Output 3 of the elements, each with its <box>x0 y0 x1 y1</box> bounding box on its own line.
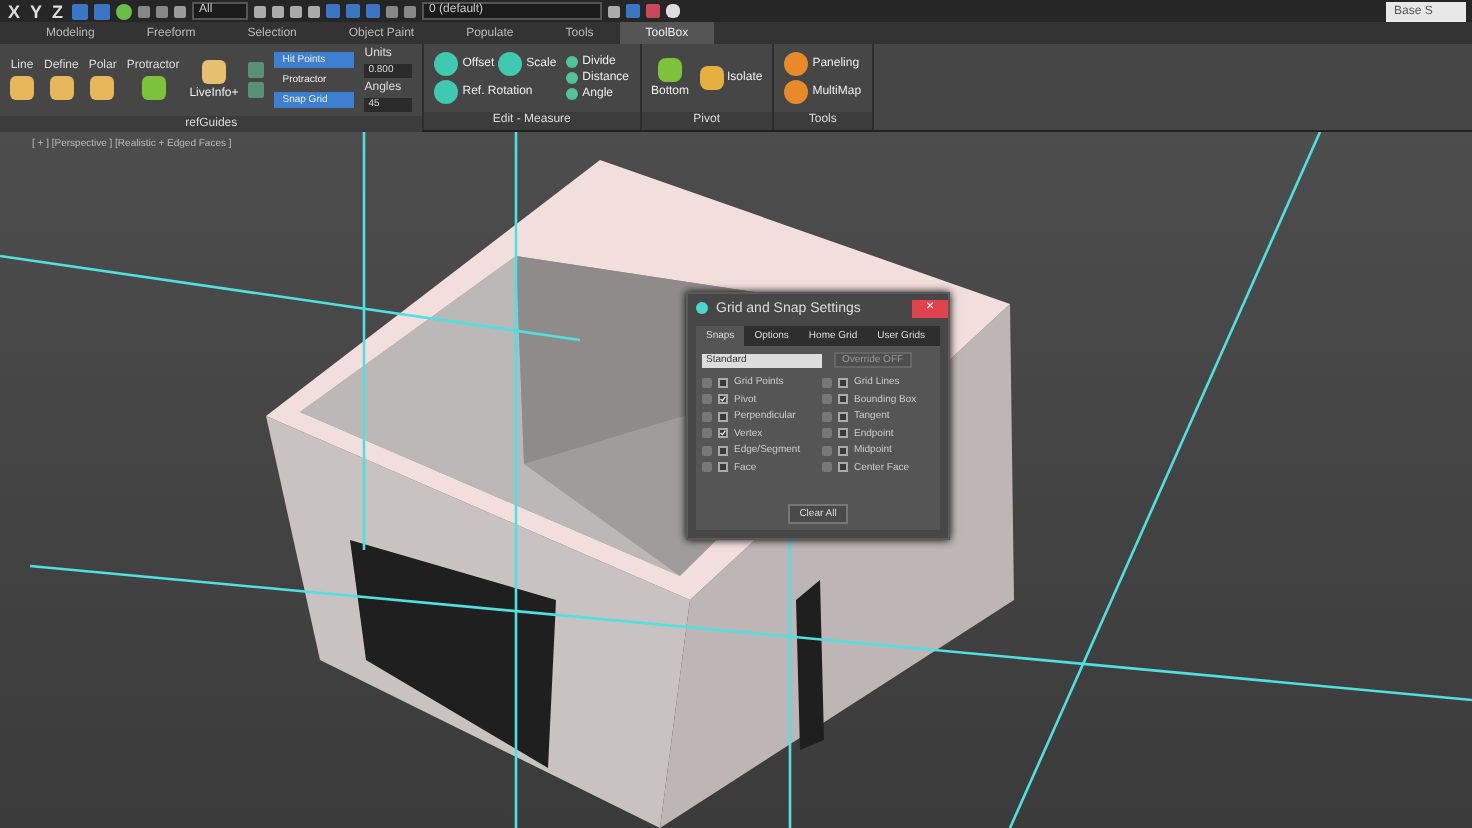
axis-button[interactable]: Y <box>28 1 45 21</box>
axis-button[interactable]: Z <box>50 1 66 21</box>
axis-button[interactable]: X <box>6 1 23 21</box>
